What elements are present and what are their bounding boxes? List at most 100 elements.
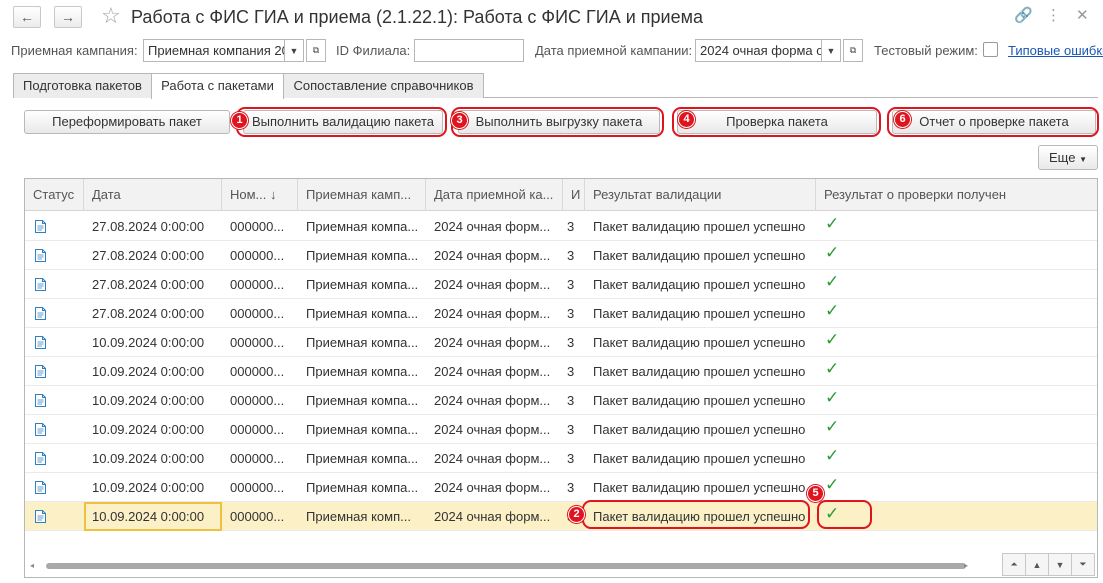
col-date[interactable]: Дата	[84, 179, 222, 211]
scroll-to-top-button[interactable]: ⏶	[1002, 553, 1026, 576]
cell-number[interactable]: 000000...	[222, 473, 298, 502]
cell-validation-result[interactable]: Пакет валидацию прошел успешно	[585, 270, 816, 299]
cell-campaign-date[interactable]: 2024 очная форм...	[426, 444, 563, 473]
cell-validation-result[interactable]: Пакет валидацию прошел успешно	[585, 212, 816, 241]
cell-id[interactable]: 3	[563, 241, 585, 270]
cell-number[interactable]: 000000...	[222, 328, 298, 357]
cell-date[interactable]: 10.09.2024 0:00:00	[84, 357, 222, 386]
table-row[interactable]: 10.09.2024 0:00:00 000000... Приемная комп…	[25, 415, 1097, 444]
cell-validation-result[interactable]: Пакет валидацию прошел успешно	[585, 299, 816, 328]
cell-number[interactable]: 000000...	[222, 444, 298, 473]
scroll-down-button[interactable]: ▼	[1048, 553, 1072, 576]
cell-id[interactable]: 3	[563, 473, 585, 502]
reform-packet-button[interactable]: Переформировать пакет	[24, 110, 230, 134]
campaign-date-dropdown-button[interactable]: ▼	[821, 39, 841, 62]
table-row[interactable]: 10.09.2024 0:00:00 000000... Приемная комп…	[25, 386, 1097, 415]
table-row[interactable]: 27.08.2024 0:00:00 000000... Приемная комп…	[25, 212, 1097, 241]
cell-id[interactable]: 3	[563, 386, 585, 415]
packets-table[interactable]: Статус Дата Ном... ↓ Приемная камп... Да…	[24, 178, 1098, 578]
table-row[interactable]: 10.09.2024 0:00:00 000000... Приемная комп…	[25, 444, 1097, 473]
table-row[interactable]: 10.09.2024 0:00:00 000000... Приемная комп…	[25, 357, 1097, 386]
scroll-to-bottom-button[interactable]: ⏷	[1071, 553, 1095, 576]
cell-campaign[interactable]: Приемная компа...	[298, 444, 426, 473]
col-check-result[interactable]: Результат о проверки получен	[816, 179, 1097, 211]
branch-id-field[interactable]	[414, 39, 524, 62]
cell-number[interactable]: 000000...	[222, 386, 298, 415]
link-icon[interactable]: 🔗	[1014, 6, 1033, 26]
tab-match-references[interactable]: Сопоставление справочников	[283, 73, 484, 98]
cell-campaign[interactable]: Приемная компа...	[298, 299, 426, 328]
campaign-open-button[interactable]: ⧉	[306, 39, 326, 62]
horizontal-scrollbar[interactable]: ◂ ▸	[26, 557, 974, 575]
cell-validation-result[interactable]: Пакет валидацию прошел успешно	[585, 473, 816, 502]
table-row[interactable]: 10.09.2024 0:00:00 000000... Приемная комп…	[25, 328, 1097, 357]
cell-campaign-date[interactable]: 2024 очная форм...	[426, 415, 563, 444]
cell-id[interactable]: 3	[563, 357, 585, 386]
table-row[interactable]: 27.08.2024 0:00:00 000000... Приемная комп…	[25, 270, 1097, 299]
scrollbar-thumb[interactable]	[46, 563, 966, 569]
campaign-field[interactable]: Приемная компания 20	[143, 39, 285, 62]
cell-campaign-date[interactable]: 2024 очная форм...	[426, 212, 563, 241]
cell-number[interactable]: 000000...	[222, 270, 298, 299]
table-row[interactable]: 27.08.2024 0:00:00 000000... Приемная комп…	[25, 241, 1097, 270]
cell-campaign[interactable]: Приемная компа...	[298, 328, 426, 357]
cell-campaign-date[interactable]: 2024 очная форм...	[426, 357, 563, 386]
cell-date[interactable]: 27.08.2024 0:00:00	[84, 241, 222, 270]
cell-date[interactable]: 10.09.2024 0:00:00	[84, 473, 222, 502]
cell-campaign[interactable]: Приемная компа...	[298, 415, 426, 444]
cell-campaign-date[interactable]: 2024 очная форм...	[426, 328, 563, 357]
more-menu-icon[interactable]: ⋮	[1046, 6, 1061, 26]
table-row[interactable]: 10.09.2024 0:00:00 000000... Приемная комп…	[25, 473, 1097, 502]
cell-date[interactable]: 27.08.2024 0:00:00	[84, 270, 222, 299]
cell-campaign-date[interactable]: 2024 очная форм...	[426, 270, 563, 299]
more-button[interactable]: Еще ▼	[1038, 145, 1098, 170]
cell-number[interactable]: 000000...	[222, 415, 298, 444]
col-id[interactable]: И	[563, 179, 585, 211]
cell-id[interactable]: 3	[563, 270, 585, 299]
campaign-date-open-button[interactable]: ⧉	[843, 39, 863, 62]
col-campaign-date[interactable]: Дата приемной ка...	[426, 179, 563, 211]
cell-date[interactable]: 10.09.2024 0:00:00	[84, 415, 222, 444]
cell-campaign-date[interactable]: 2024 очная форм...	[426, 299, 563, 328]
cell-id[interactable]: 3	[563, 328, 585, 357]
table-row[interactable]: 27.08.2024 0:00:00 000000... Приемная комп…	[25, 299, 1097, 328]
cell-campaign[interactable]: Приемная компа...	[298, 386, 426, 415]
cell-validation-result[interactable]: Пакет валидацию прошел успешно	[585, 357, 816, 386]
col-campaign[interactable]: Приемная камп...	[298, 179, 426, 211]
scroll-right-icon[interactable]: ▸	[964, 561, 968, 570]
cell-campaign[interactable]: Приемная комп...	[298, 502, 426, 531]
cell-number[interactable]: 000000...	[222, 299, 298, 328]
close-icon[interactable]: ✕	[1076, 6, 1089, 26]
cell-validation-result[interactable]: Пакет валидацию прошел успешно	[585, 415, 816, 444]
cell-date[interactable]: 10.09.2024 0:00:00	[84, 502, 222, 531]
cell-number[interactable]: 000000...	[222, 357, 298, 386]
cell-date[interactable]: 10.09.2024 0:00:00	[84, 444, 222, 473]
scroll-up-button[interactable]: ▲	[1025, 553, 1049, 576]
col-validation-result[interactable]: Результат валидации	[585, 179, 816, 211]
forward-button[interactable]: →	[54, 6, 82, 28]
col-number[interactable]: Ном... ↓	[222, 179, 298, 211]
back-button[interactable]: ←	[13, 6, 41, 28]
cell-id[interactable]: 3	[563, 212, 585, 241]
test-mode-checkbox[interactable]	[983, 42, 998, 57]
cell-id[interactable]: 3	[563, 444, 585, 473]
cell-id[interactable]: 3	[563, 415, 585, 444]
tab-work-with-packets[interactable]: Работа с пакетами	[151, 73, 284, 99]
cell-id[interactable]: 3	[563, 299, 585, 328]
cell-campaign[interactable]: Приемная компа...	[298, 270, 426, 299]
campaign-date-field[interactable]: 2024 очная форма о	[695, 39, 822, 62]
cell-campaign-date[interactable]: 2024 очная форм...	[426, 473, 563, 502]
typical-errors-link[interactable]: Типовые ошибки	[1008, 43, 1103, 59]
cell-date[interactable]: 10.09.2024 0:00:00	[84, 386, 222, 415]
cell-date[interactable]: 27.08.2024 0:00:00	[84, 299, 222, 328]
cell-validation-result[interactable]: Пакет валидацию прошел успешно	[585, 328, 816, 357]
cell-number[interactable]: 000000...	[222, 212, 298, 241]
cell-campaign[interactable]: Приемная компа...	[298, 473, 426, 502]
star-icon[interactable]: ☆	[101, 3, 121, 29]
cell-number[interactable]: 000000...	[222, 502, 298, 531]
cell-campaign[interactable]: Приемная компа...	[298, 357, 426, 386]
cell-campaign[interactable]: Приемная компа...	[298, 241, 426, 270]
cell-validation-result[interactable]: Пакет валидацию прошел успешно	[585, 241, 816, 270]
cell-campaign[interactable]: Приемная компа...	[298, 212, 426, 241]
cell-date[interactable]: 10.09.2024 0:00:00	[84, 328, 222, 357]
